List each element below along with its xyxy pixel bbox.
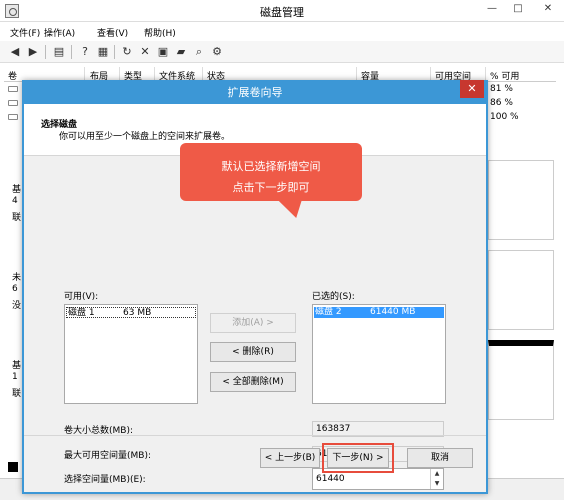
partition-block[interactable] (488, 250, 554, 330)
folder-icon[interactable]: ▰ (174, 45, 188, 59)
settings-icon[interactable]: ⚙ (210, 45, 224, 59)
list-item[interactable]: 磁盘 2 61440 MB (314, 307, 444, 318)
menu-file[interactable]: 文件(F) (10, 26, 40, 39)
remove-all-button[interactable]: < 全部删除(M) (210, 372, 296, 392)
footer-divider (24, 435, 486, 436)
properties-icon[interactable]: ▦ (96, 45, 110, 59)
remove-button[interactable]: < 删除(R) (210, 342, 296, 362)
volume-percent-free: 100 % (490, 112, 519, 122)
available-label: 可用(V): (64, 292, 99, 302)
add-button[interactable]: 添加(A) > (210, 313, 296, 333)
forward-icon[interactable]: ▶ (26, 45, 40, 59)
refresh-icon[interactable]: ↻ (120, 45, 134, 59)
select-space-value: 61440 (316, 474, 345, 484)
partition-block[interactable] (488, 160, 554, 240)
col-percent-free[interactable]: % 可用 (490, 69, 519, 82)
next-button-highlight (322, 443, 394, 473)
stepper-buttons: ▲ ▼ (430, 469, 443, 489)
console-icon[interactable]: ▤ (52, 45, 66, 59)
menu-action[interactable]: 操作(A) (44, 26, 75, 39)
annotation-callout: 默认已选择新增空间 点击下一步即可 (180, 143, 362, 201)
disk-label-fragment: 联 (12, 213, 22, 223)
title-bar: 磁盘管理 — □ ✕ (0, 0, 564, 22)
selected-label: 已选的(S): (312, 292, 355, 302)
help-icon[interactable]: ? (78, 45, 92, 59)
volume-percent-free: 86 % (490, 98, 513, 108)
volume-percent-free: 81 % (490, 84, 513, 94)
disk-label-fragment: 联 (12, 389, 22, 399)
cancel-button[interactable]: 取消 (407, 448, 473, 468)
legend-unallocated-swatch (8, 462, 18, 472)
disk-label-fragment: 没 (12, 301, 22, 311)
open-icon[interactable]: ▣ (156, 45, 170, 59)
disk-label-fragment: 6 (12, 284, 18, 294)
disk-label-fragment: 基 (12, 185, 22, 195)
disk-label-fragment: 未 (12, 273, 22, 283)
partition-block[interactable] (488, 340, 554, 420)
menu-view[interactable]: 查看(V) (97, 26, 128, 39)
disk-name: 磁盘 1 (68, 308, 95, 318)
stepper-down-icon[interactable]: ▼ (431, 479, 443, 489)
maximize-button[interactable]: □ (506, 0, 530, 18)
disk-size: 61440 MB (370, 307, 416, 317)
menu-bar: 文件(F) 操作(A) 查看(V) 帮助(H) (0, 23, 564, 41)
toolbar-separator (45, 45, 46, 59)
max-space-label: 最大可用空间量(MB): (64, 451, 151, 461)
selected-disks-list[interactable]: 磁盘 2 61440 MB (312, 304, 446, 404)
callout-line-2: 点击下一步即可 (232, 181, 310, 194)
disk-label-fragment: 1 (12, 372, 18, 382)
toolbar-separator (71, 45, 72, 59)
toolbar-separator (114, 45, 115, 59)
back-icon[interactable]: ◀ (8, 45, 22, 59)
step-subtitle: 你可以用至少一个磁盘上的空间来扩展卷。 (59, 132, 231, 142)
minimize-button[interactable]: — (480, 0, 504, 18)
available-disks-list[interactable]: 磁盘 1 63 MB (64, 304, 198, 404)
disk-label-fragment: 4 (12, 196, 18, 206)
volume-icon (8, 100, 18, 106)
menu-help[interactable]: 帮助(H) (144, 26, 176, 39)
disk-size: 63 MB (123, 308, 152, 318)
callout-line-1: 默认已选择新增空间 (221, 160, 321, 173)
dialog-title: 扩展卷向导 (227, 86, 283, 99)
close-button[interactable]: ✕ (532, 0, 564, 18)
disk-label-fragment: 基 (12, 361, 22, 371)
volume-icon (8, 114, 18, 120)
stepper-up-icon[interactable]: ▲ (431, 469, 443, 479)
volume-icon (8, 86, 18, 92)
delete-icon[interactable]: ✕ (138, 45, 152, 59)
dialog-close-button[interactable]: ✕ (460, 80, 484, 98)
select-space-label: 选择空间量(MB)(E): (64, 475, 146, 485)
back-button[interactable]: < 上一步(B) (260, 448, 320, 468)
toolbar: ◀ ▶ ▤ ? ▦ ↻ ✕ ▣ ▰ ⌕ ⚙ (0, 41, 564, 63)
list-item[interactable]: 磁盘 1 63 MB (66, 307, 196, 318)
col-volume[interactable]: 卷 (8, 69, 17, 82)
disk-name: 磁盘 2 (315, 307, 342, 317)
search-icon[interactable]: ⌕ (192, 45, 206, 59)
